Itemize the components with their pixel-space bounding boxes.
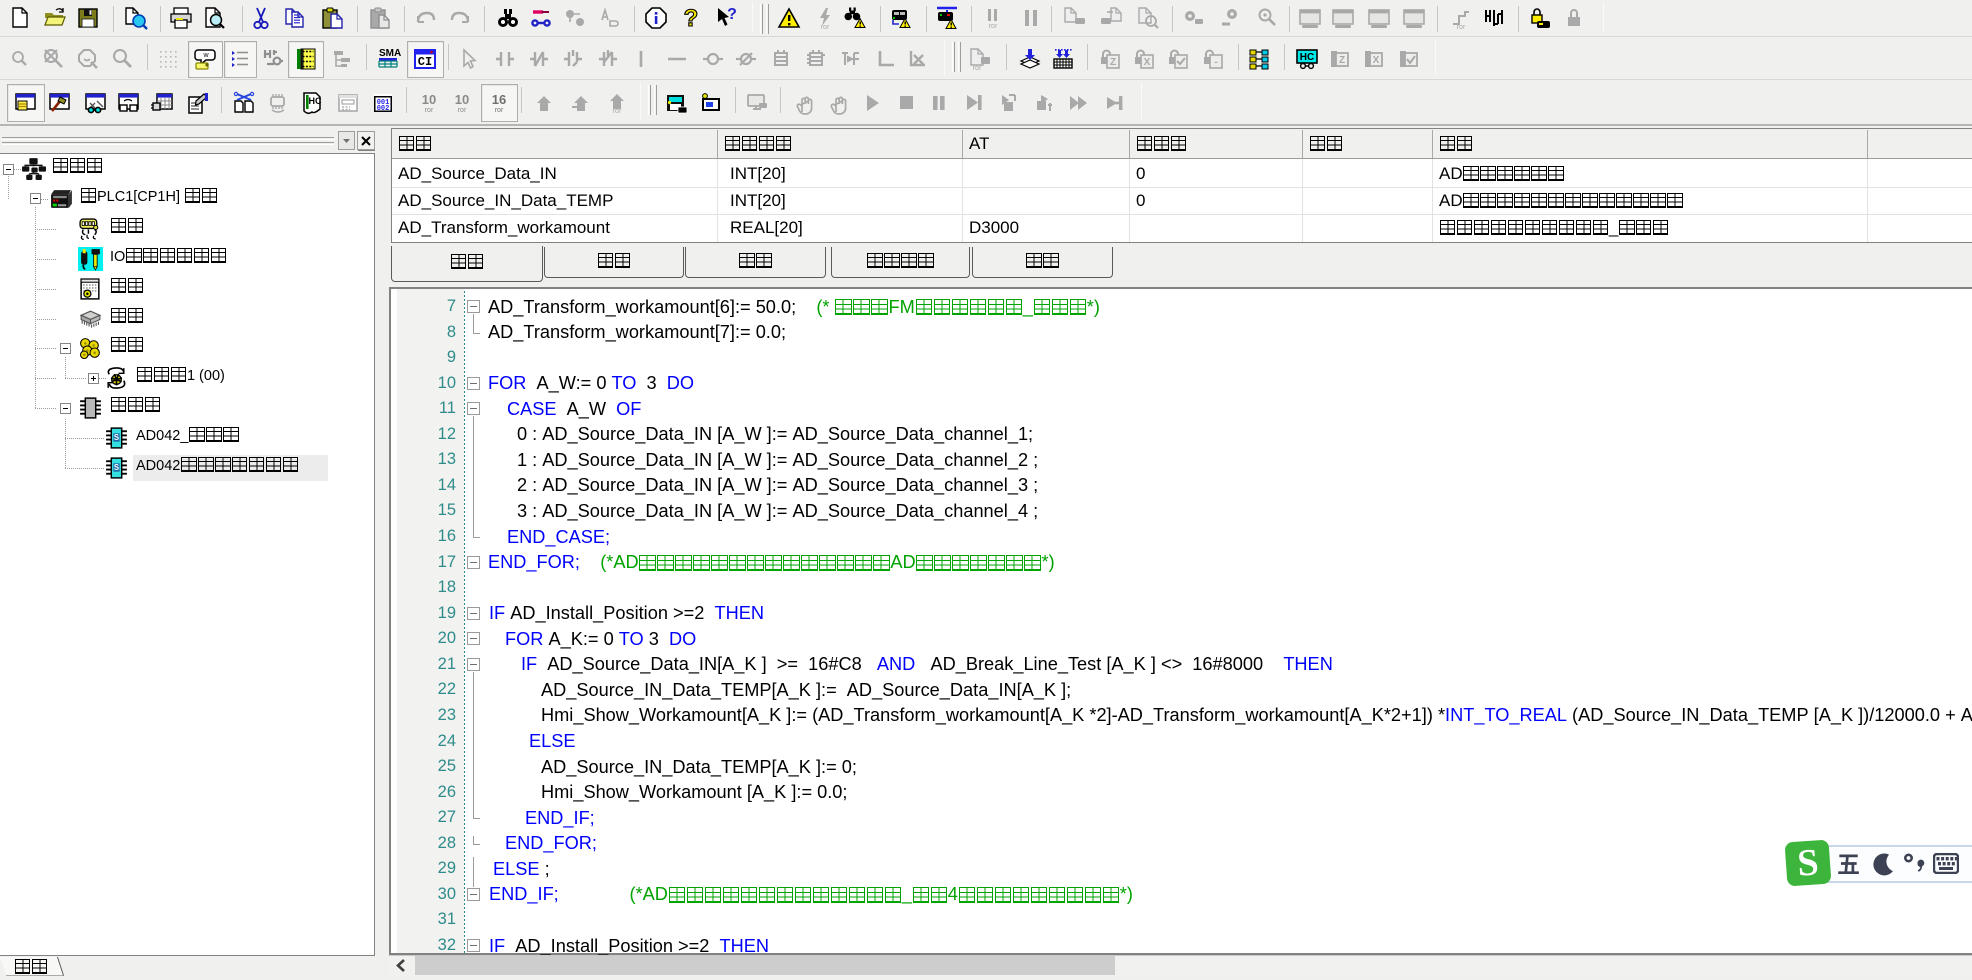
svg-text:Z: Z xyxy=(1110,57,1116,68)
svg-text:ror: ror xyxy=(425,107,434,114)
svg-text:ror: ror xyxy=(821,24,830,30)
svg-text:002: 002 xyxy=(377,105,390,113)
svg-text:ror: ror xyxy=(613,108,622,115)
svg-text:ror: ror xyxy=(458,107,467,114)
svg-text:CI: CI xyxy=(418,55,432,69)
svg-text:16: 16 xyxy=(492,92,506,107)
svg-text:X: X xyxy=(1144,57,1151,68)
svg-text:SMA: SMA xyxy=(379,48,401,59)
svg-text:10: 10 xyxy=(422,92,436,107)
svg-text:HC: HC xyxy=(309,96,322,106)
svg-text:S: S xyxy=(114,463,119,472)
svg-text:?: ? xyxy=(727,6,737,23)
svg-text:w: w xyxy=(202,52,209,59)
svg-text:10: 10 xyxy=(455,92,469,107)
svg-text:HC: HC xyxy=(1300,52,1314,63)
svg-text:Z: Z xyxy=(1339,55,1345,66)
svg-text:S: S xyxy=(114,433,119,442)
svg-text:ror: ror xyxy=(495,107,504,114)
svg-text:ror: ror xyxy=(1457,24,1466,30)
svg-text:ror: ror xyxy=(973,65,982,71)
svg-text:ror: ror xyxy=(989,23,998,30)
svg-text:?: ? xyxy=(684,6,699,30)
svg-text:X: X xyxy=(1373,55,1380,66)
svg-text:-: - xyxy=(1214,57,1217,68)
